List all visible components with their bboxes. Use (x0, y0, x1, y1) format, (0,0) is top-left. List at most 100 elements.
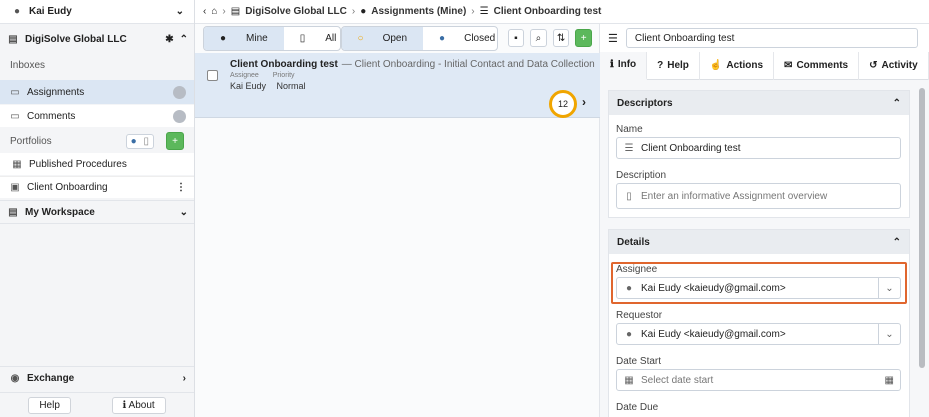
portfolio-filter-toggle[interactable]: ● ▯ (125, 133, 154, 149)
document-icon: ▯ (626, 190, 632, 202)
chevron-up-icon: ⌃ (892, 236, 901, 248)
exchange-header[interactable]: ◉ Exchange › (0, 366, 194, 390)
info-icon: ℹ (610, 59, 614, 70)
separator-icon: › (351, 6, 356, 17)
breadcrumb-current: Client Onboarding test (493, 6, 602, 17)
question-icon: ? (657, 60, 664, 71)
sidebar-item-label: Comments (27, 110, 76, 122)
sidebar-item-assignments[interactable]: ▭ Assignments (0, 80, 194, 104)
assignment-name-field[interactable]: Client Onboarding test (625, 28, 918, 48)
all-tab[interactable]: ▯ All (284, 27, 340, 50)
chevron-right-icon[interactable]: › (582, 95, 586, 109)
about-button[interactable]: ℹ About (111, 396, 166, 414)
more-vertical-icon[interactable]: ⋮ (176, 182, 186, 193)
all-label: All (325, 32, 337, 44)
chevron-left-icon[interactable]: ‹ (203, 6, 206, 17)
building-icon: ▤ (8, 206, 18, 218)
open-label: Open (382, 32, 408, 44)
chevron-right-icon: › (182, 373, 186, 384)
list-icon: ▯ (299, 32, 306, 44)
user-icon: ● (625, 328, 633, 340)
separator-icon: › (222, 6, 226, 17)
name-input[interactable]: ☰ Client Onboarding test (616, 137, 901, 159)
chevron-down-icon: ⌄ (179, 206, 188, 218)
descriptors-title: Descriptors (617, 97, 673, 109)
sidebar-footer: Help ℹ About (0, 392, 194, 417)
date-start-label: Date Start (616, 356, 662, 367)
hand-icon: ☝ (709, 60, 723, 71)
user-icon: ● (360, 6, 367, 17)
user-circle-icon[interactable]: ● (131, 136, 137, 147)
sidebar-item-client-onboarding[interactable]: ▣ Client Onboarding ⋮ (0, 176, 194, 198)
exchange-icon: ◉ (10, 373, 20, 384)
search-button[interactable]: ⌕ (530, 29, 547, 47)
tab-activity[interactable]: ↺ Activity (859, 51, 929, 80)
add-portfolio-button[interactable]: + (166, 132, 184, 150)
inbox-icon: ▭ (10, 110, 20, 122)
separator-icon: › (471, 6, 475, 17)
tab-comments[interactable]: ✉ Comments (774, 51, 860, 80)
my-workspace-header[interactable]: ▤ My Workspace ⌄ (0, 200, 194, 224)
tab-help[interactable]: ? Help (647, 51, 700, 80)
my-workspace-label: My Workspace (25, 206, 95, 218)
mine-tab[interactable]: ● Mine (204, 26, 284, 50)
document-icon[interactable]: ▯ (143, 136, 149, 147)
description-label: Description (616, 170, 667, 181)
tab-info[interactable]: ℹ Info (600, 51, 648, 80)
priority-value: Normal (276, 81, 306, 91)
chevron-down-icon[interactable]: ⌄ (878, 324, 900, 344)
tab-label: Actions (726, 60, 764, 71)
tab-actions[interactable]: ☝ Actions (700, 51, 775, 80)
circle-icon: ○ (357, 32, 364, 44)
date-start-input[interactable]: ▦ Select date start ▦ (616, 369, 901, 391)
sidebar-item-comments[interactable]: ▭ Comments (0, 105, 194, 127)
breadcrumb-assignments[interactable]: Assignments (Mine) (371, 6, 466, 17)
calendar-icon: ▦ (624, 374, 634, 386)
assignment-list-panel: ● Mine ▯ All ○ Open ● Closed ▪ ⌕ ⇅ + Client … (195, 24, 600, 417)
closed-tab[interactable]: ● Closed (423, 27, 496, 50)
org-header[interactable]: ▤ DigiSolve Global LLC ✱ ⌃ (0, 26, 194, 52)
mine-all-toggle: ● Mine ▯ All (203, 25, 341, 51)
priority-label: Priority (272, 72, 295, 79)
sidebar-item-label: Assignments (27, 86, 85, 98)
inbox-icon: ▭ (10, 86, 20, 98)
building-icon: ▤ (230, 6, 241, 17)
list-toolbar: ● Mine ▯ All ○ Open ● Closed ▪ ⌕ ⇅ + (195, 24, 600, 52)
requestor-value: Kai Eudy <kaieudy@gmail.com> (641, 328, 786, 340)
help-button[interactable]: Help (28, 396, 71, 414)
details-header[interactable]: Details ⌃ (609, 230, 909, 254)
comment-icon: ✉ (784, 60, 793, 71)
count-badge (173, 109, 186, 123)
select-checkbox[interactable] (207, 70, 218, 81)
sidebar-item-label: Published Procedures (29, 158, 127, 170)
user-icon: ● (220, 32, 227, 44)
breadcrumb-org[interactable]: DigiSolve Global LLC (245, 6, 347, 17)
assignment-card[interactable]: Client Onboarding test — Client Onboardin… (195, 53, 600, 118)
calendar-icon[interactable]: ▦ (885, 375, 894, 386)
task-count-badge: 12 (549, 90, 577, 118)
description-input[interactable]: ▯ Enter an informative Assignment overvi… (616, 183, 901, 209)
chevron-up-icon: ⌃ (892, 97, 901, 109)
list-icon: ☰ (479, 6, 489, 17)
gear-icon[interactable]: ✱ (165, 34, 173, 45)
archive-button[interactable]: ▪ (507, 29, 525, 47)
detail-scrollbar[interactable] (919, 88, 925, 368)
open-tab[interactable]: ○ Open (341, 26, 424, 50)
folder-user-icon: ▣ (10, 182, 20, 193)
card-title-row: Client Onboarding test — Client Onboardin… (230, 59, 595, 70)
chevron-up-icon[interactable]: ⌃ (180, 34, 188, 45)
inboxes-heading: Inboxes (0, 54, 194, 76)
home-icon[interactable]: ⌂ (211, 6, 217, 17)
descriptors-header[interactable]: Descriptors ⌃ (609, 91, 909, 115)
assignee-highlight (611, 262, 907, 304)
card-meta-labels: Assignee Priority (230, 72, 295, 79)
user-menu[interactable]: ● Kai Eudy ⌄ (0, 0, 194, 24)
tab-label: Info (617, 59, 637, 70)
about-label: About (128, 399, 155, 411)
sidebar-item-published-procedures[interactable]: ▦ Published Procedures (0, 153, 194, 175)
tab-label: Comments (796, 60, 849, 71)
sort-button[interactable]: ⇅ (552, 29, 570, 47)
requestor-select[interactable]: ● Kai Eudy <kaieudy@gmail.com> ⌄ (616, 323, 901, 345)
add-assignment-button[interactable]: + (575, 29, 592, 47)
description-placeholder: Enter an informative Assignment overview (641, 190, 828, 202)
